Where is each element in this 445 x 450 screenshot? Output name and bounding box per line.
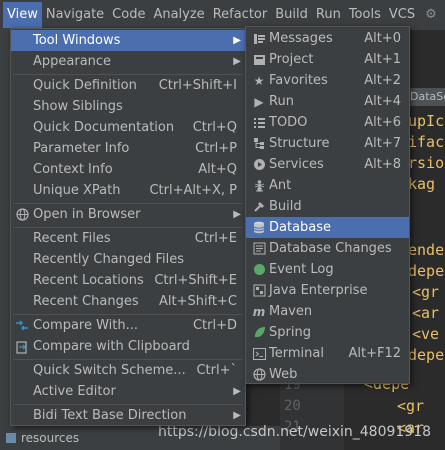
- menu-tools[interactable]: Tools: [345, 2, 385, 28]
- menu-item-quick-documentation[interactable]: Quick Documentation Ctrl+Q: [11, 117, 245, 138]
- menu-item-recent-locations[interactable]: Recent Locations Ctrl+Shift+E: [11, 270, 245, 291]
- menu-item-quick-switch-scheme[interactable]: Quick Switch Scheme... Ctrl+`: [11, 360, 245, 381]
- tool-window-database[interactable]: Database: [246, 217, 409, 238]
- star-icon: ★: [253, 73, 265, 88]
- structure-icon: [252, 137, 266, 151]
- tool-window-event-log[interactable]: Event Log: [246, 259, 409, 280]
- menu-item-appearance[interactable]: Appearance ▶: [11, 51, 245, 72]
- code-line: <ar: [412, 304, 440, 322]
- left-tool-strip: [0, 30, 10, 450]
- database-changes-icon: [252, 242, 266, 256]
- menu-item-bidi-text-base-direction[interactable]: Bidi Text Base Direction ▶: [11, 405, 245, 426]
- tool-window-java-enterprise[interactable]: Java Enterprise: [246, 280, 409, 301]
- menu-refactor[interactable]: Refactor: [209, 2, 272, 28]
- menu-view[interactable]: View: [3, 2, 42, 28]
- code-line: depe: [408, 346, 445, 364]
- compare-icon: [15, 319, 29, 333]
- tool-window-project[interactable]: Project Alt+1: [246, 49, 409, 70]
- tool-window-todo[interactable]: TODO Alt+6: [246, 112, 409, 133]
- submenu-arrow-icon: ▶: [233, 386, 241, 397]
- watermark: https://blog.csdn.net/weixin_48091918: [158, 424, 432, 440]
- menu-navigate[interactable]: Navigate: [42, 2, 108, 28]
- web-icon: [252, 368, 266, 382]
- menu-item-show-siblings[interactable]: Show Siblings: [11, 96, 245, 117]
- tool-window-spring[interactable]: Spring: [246, 322, 409, 343]
- code-line: <gr: [412, 283, 440, 301]
- code-line: <gr: [397, 397, 425, 415]
- menu-code[interactable]: Code: [108, 2, 149, 28]
- menu-vcs[interactable]: VCS: [385, 2, 419, 28]
- build-icon: [252, 200, 266, 214]
- menu-item-recent-changes[interactable]: Recent Changes Alt+Shift+C: [11, 291, 245, 312]
- menu-item-tool-windows[interactable]: Tool Windows ▶: [11, 30, 245, 51]
- menu-item-context-info[interactable]: Context Info Alt+Q: [11, 159, 245, 180]
- project-tree-node-label: resources: [21, 431, 80, 445]
- menu-item-recent-files[interactable]: Recent Files Ctrl+E: [11, 228, 245, 249]
- tool-window-ant[interactable]: Ant: [246, 175, 409, 196]
- menu-build[interactable]: Build: [271, 2, 312, 28]
- code-line: kag: [408, 175, 436, 193]
- line-number: 20: [284, 398, 301, 414]
- project-icon: [252, 53, 266, 67]
- tool-window-services[interactable]: Services Alt+8: [246, 154, 409, 175]
- messages-icon: [252, 32, 266, 46]
- event-log-icon: [252, 263, 266, 277]
- tool-window-build[interactable]: Build: [246, 196, 409, 217]
- menu-item-recently-changed-files[interactable]: Recently Changed Files: [11, 249, 245, 270]
- todo-icon: [252, 116, 266, 130]
- menu-item-compare-with[interactable]: Compare With... Ctrl+D: [11, 315, 245, 336]
- database-icon: [252, 221, 266, 235]
- tool-window-structure[interactable]: Structure Alt+7: [246, 133, 409, 154]
- menu-analyze[interactable]: Analyze: [149, 2, 208, 28]
- editor-tab[interactable]: DataSc: [408, 88, 445, 106]
- clipboard-compare-icon: [15, 340, 29, 354]
- code-line: ifac: [408, 133, 445, 151]
- menu-item-unique-xpath[interactable]: Unique XPath Ctrl+Alt+X, P: [11, 180, 245, 201]
- submenu-arrow-icon: ▶: [233, 209, 241, 220]
- maven-icon: m: [252, 304, 266, 319]
- menu-item-quick-definition[interactable]: Quick Definition Ctrl+Shift+I: [11, 75, 245, 96]
- tool-window-favorites[interactable]: ★ Favorites Alt+2: [246, 70, 409, 91]
- ant-icon: [252, 179, 266, 193]
- tool-window-web[interactable]: Web: [246, 364, 409, 385]
- code-line: <ve: [412, 325, 440, 343]
- submenu-arrow-icon: ▶: [233, 56, 241, 67]
- menu-item-open-in-browser[interactable]: Open in Browser ▶: [11, 204, 245, 225]
- tool-windows-submenu: Messages Alt+0 Project Alt+1 ★ Favorites…: [245, 26, 410, 384]
- menu-item-active-editor[interactable]: Active Editor ▶: [11, 381, 245, 402]
- menu-item-parameter-info[interactable]: Parameter Info Ctrl+P: [11, 138, 245, 159]
- settings-icon[interactable]: ⚙: [421, 2, 441, 28]
- tool-window-run[interactable]: ▶ Run Alt+4: [246, 91, 409, 112]
- view-menu: Tool Windows ▶ Appearance ▶ Quick Defini…: [10, 28, 246, 426]
- menu-run[interactable]: Run: [312, 2, 345, 28]
- terminal-icon: [252, 347, 266, 361]
- tool-window-terminal[interactable]: Terminal Alt+F12: [246, 343, 409, 364]
- tool-window-maven[interactable]: m Maven: [246, 301, 409, 322]
- code-line: rsio: [408, 154, 445, 172]
- spring-icon: [252, 326, 266, 340]
- code-line: depe: [408, 262, 445, 280]
- globe-icon: [15, 208, 29, 222]
- services-icon: [252, 158, 266, 172]
- code-line: ende: [408, 241, 445, 259]
- folder-icon: [6, 433, 16, 443]
- submenu-arrow-icon: ▶: [233, 410, 241, 421]
- menu-item-compare-with-clipboard[interactable]: Compare with Clipboard: [11, 336, 245, 357]
- code-line: upIc: [408, 112, 445, 130]
- tool-window-messages[interactable]: Messages Alt+0: [246, 28, 409, 49]
- submenu-arrow-icon: ▶: [233, 35, 241, 46]
- java-enterprise-icon: [252, 284, 266, 298]
- tool-window-database-changes[interactable]: Database Changes: [246, 238, 409, 259]
- run-icon: ▶: [254, 94, 264, 109]
